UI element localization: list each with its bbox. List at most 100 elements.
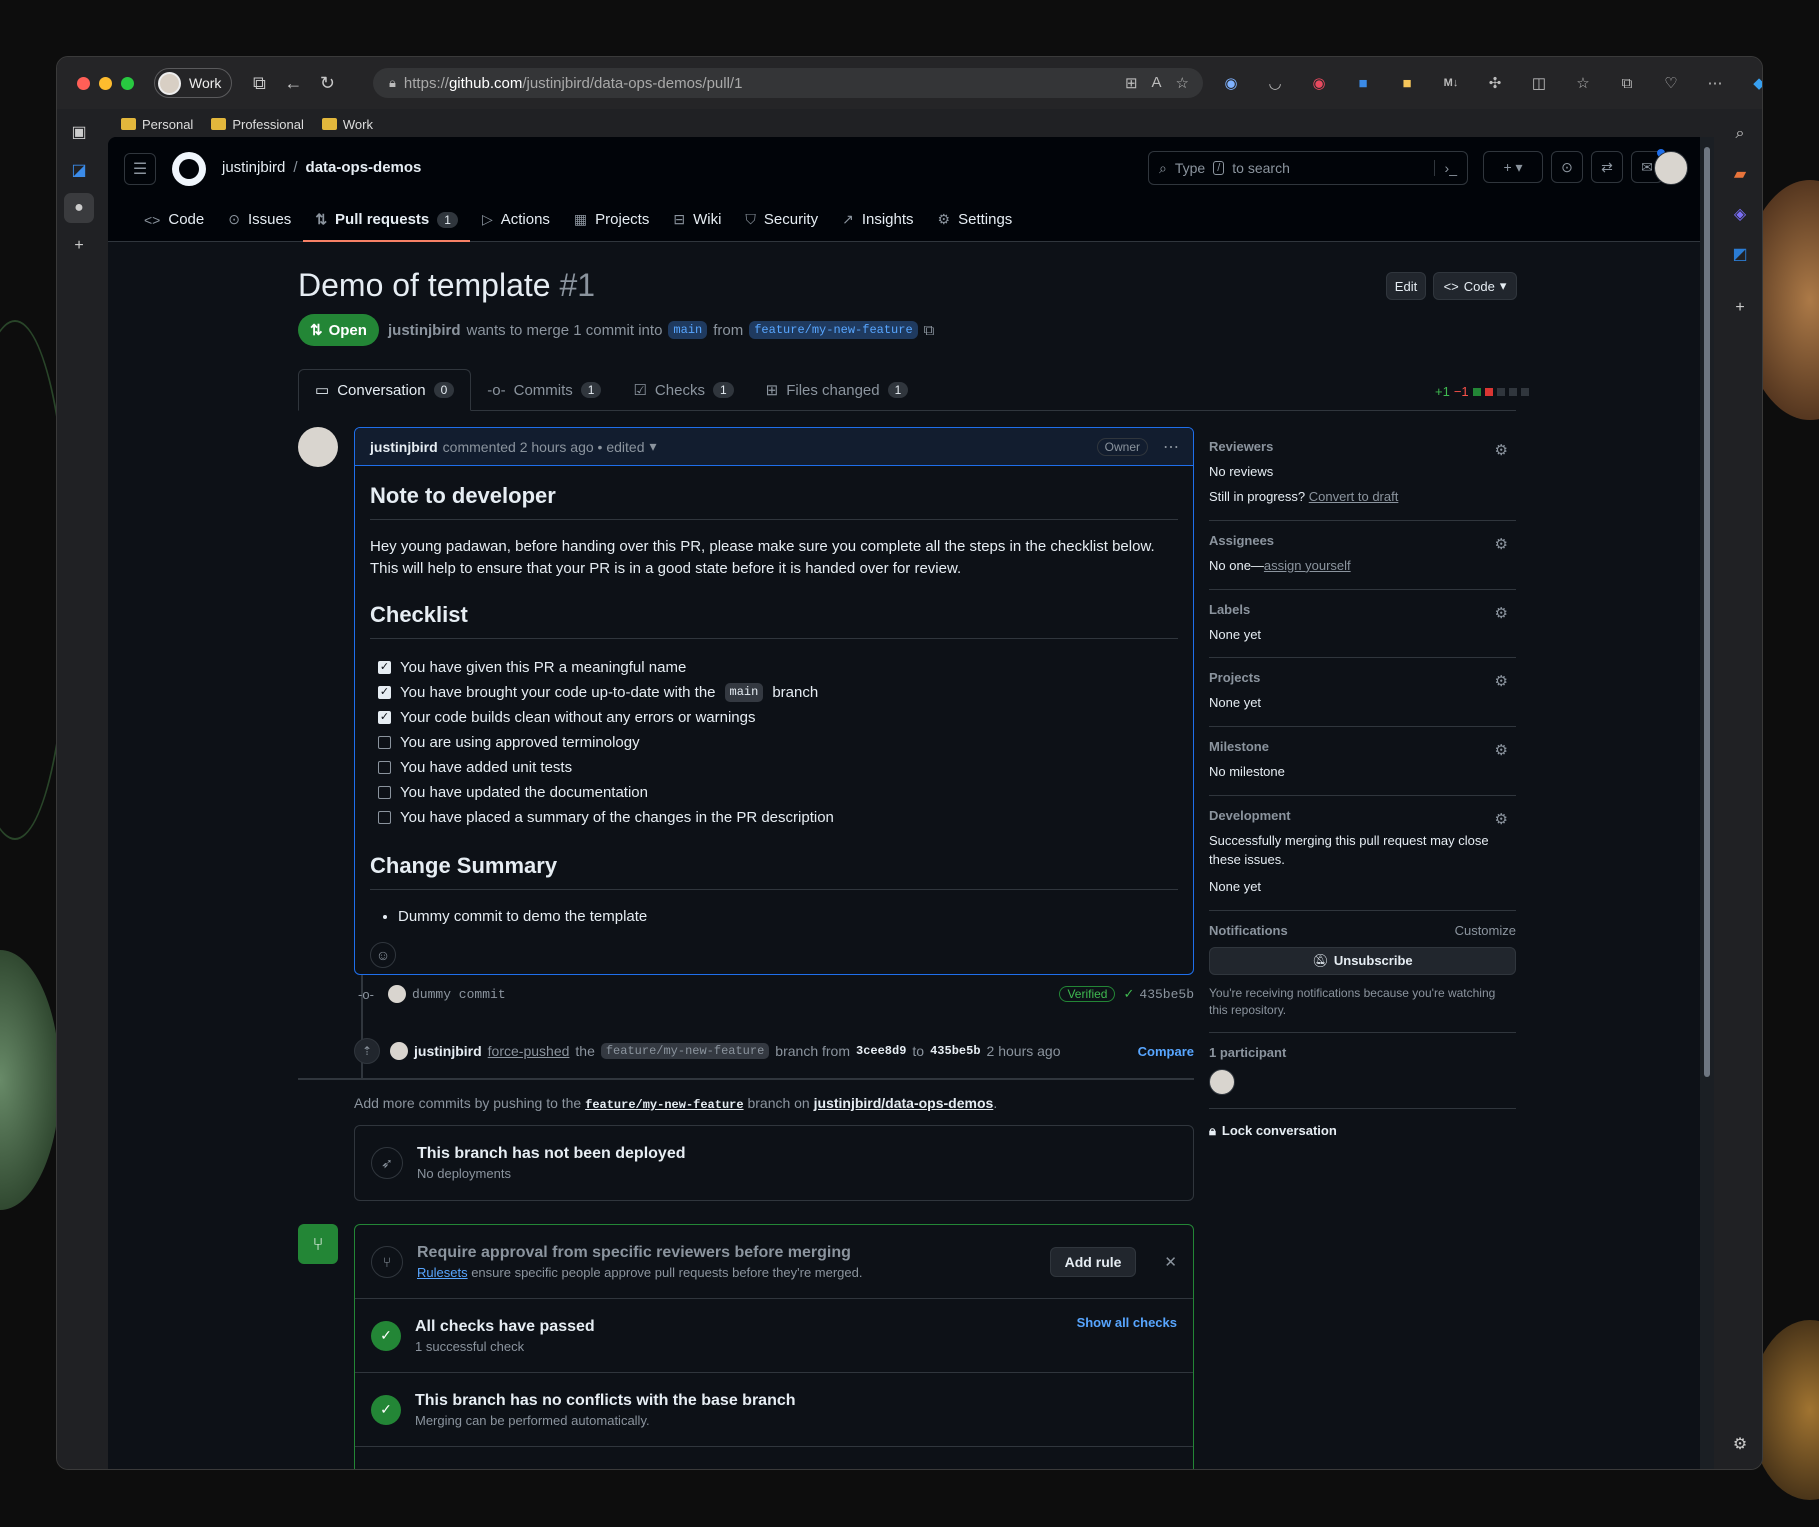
tab-checks[interactable]: ☑ Checks 1 <box>617 369 749 411</box>
extensions-puzzle-icon[interactable]: ✣ <box>1481 69 1509 97</box>
tab-conversation[interactable]: ▭ Conversation 0 <box>298 369 472 411</box>
tab-settings[interactable]: ⚙ Settings <box>926 197 1025 242</box>
checkbox[interactable] <box>378 761 391 775</box>
breadcrumb-repo[interactable]: data-ops-demos <box>306 159 422 176</box>
avatar[interactable] <box>390 1042 408 1060</box>
sidebar-settings-icon[interactable]: ⚙ <box>1725 1429 1755 1459</box>
projects-title[interactable]: Projects <box>1209 670 1516 685</box>
checkbox[interactable] <box>378 736 391 750</box>
bookmark-folder[interactable]: Professional <box>211 117 304 132</box>
code-dropdown-button[interactable]: <> Code ▾ <box>1433 272 1517 300</box>
checkbox[interactable] <box>378 786 391 800</box>
unsubscribe-button[interactable]: 🔕︎ Unsubscribe <box>1209 946 1516 975</box>
assign-yourself-link[interactable]: assign yourself <box>1264 558 1351 573</box>
tab-projects[interactable]: ▦ Projects <box>562 197 661 242</box>
comment-meta[interactable]: commented 2 hours ago • edited <box>443 439 645 455</box>
split-screen-icon[interactable]: ◫ <box>1525 69 1553 97</box>
pull-requests-icon[interactable]: ⇄ <box>1591 151 1623 183</box>
gear-icon[interactable]: ⚙ <box>1495 672 1508 690</box>
issues-icon[interactable]: ⊙ <box>1551 151 1583 183</box>
avatar[interactable] <box>298 427 338 467</box>
add-reaction-icon[interactable]: ☺ <box>370 941 396 968</box>
checkbox[interactable]: ✓ <box>378 661 391 675</box>
tab-github-icon[interactable]: ● <box>64 193 94 223</box>
avatar[interactable] <box>1209 1069 1235 1096</box>
branch-link[interactable]: feature/my-new-feature <box>585 1098 743 1112</box>
chevron-down-icon[interactable]: ▾ <box>649 438 656 455</box>
close-window-button[interactable] <box>77 76 90 90</box>
collections-icon[interactable]: ⧉ <box>1613 69 1641 97</box>
copy-icon[interactable]: ⧉ <box>924 322 935 339</box>
commit-sha[interactable]: 435be5b <box>1139 987 1194 1002</box>
back-icon[interactable]: ← <box>276 66 310 100</box>
show-all-checks-link[interactable]: Show all checks <box>1077 1315 1177 1330</box>
verified-badge[interactable]: Verified <box>1059 986 1116 1002</box>
tab-pull-requests[interactable]: ⇅ Pull requests 1 <box>303 197 470 242</box>
user-avatar[interactable] <box>1654 151 1688 185</box>
create-new-button[interactable]: + ▾ <box>1483 151 1543 183</box>
tab-security[interactable]: ⛉ Security <box>733 197 830 242</box>
favorite-star-icon[interactable]: ☆ <box>1176 74 1189 92</box>
compare-link[interactable]: Compare <box>1138 1044 1194 1059</box>
push-to-sha[interactable]: 435be5b <box>930 1044 980 1058</box>
gear-icon[interactable]: ⚙ <box>1495 441 1508 459</box>
tab-issues[interactable]: ⊙ Issues <box>216 197 303 242</box>
outlook-icon[interactable]: ◩ <box>1725 239 1755 269</box>
extension-icon[interactable]: ◉ <box>1217 69 1245 97</box>
tab-actions[interactable]: ▷ Actions <box>470 197 562 242</box>
checkbox[interactable] <box>378 811 391 825</box>
push-author[interactable]: justinjbird <box>414 1043 482 1059</box>
repo-link[interactable]: justinjbird/data-ops-demos <box>814 1095 994 1111</box>
development-title[interactable]: Development <box>1209 808 1516 823</box>
base-branch[interactable]: main <box>668 321 708 339</box>
extension-icon[interactable]: ■ <box>1349 69 1377 97</box>
favorites-icon[interactable]: ☆ <box>1569 69 1597 97</box>
labels-title[interactable]: Labels <box>1209 602 1516 617</box>
read-aloud-icon[interactable]: A <box>1152 74 1162 92</box>
comment-author[interactable]: justinjbird <box>370 439 438 455</box>
zoom-window-button[interactable] <box>121 76 134 90</box>
commit-message[interactable]: dummy commit <box>412 987 506 1002</box>
performance-icon[interactable]: ♡ <box>1657 69 1685 97</box>
pocket-icon[interactable]: ◡ <box>1261 69 1289 97</box>
tab-code[interactable]: <> Code <box>132 197 216 242</box>
tab-insights[interactable]: ↗ Insights <box>830 197 925 242</box>
customize-link[interactable]: Customize <box>1455 923 1516 938</box>
extension-icon[interactable]: ◉ <box>1305 69 1333 97</box>
add-rule-button[interactable]: Add rule <box>1049 1246 1137 1277</box>
reload-icon[interactable]: ↻ <box>310 66 344 100</box>
copilot-icon[interactable]: ◆ <box>1745 69 1762 97</box>
kebab-menu-icon[interactable]: ⋯ <box>1163 437 1179 457</box>
new-tab-icon[interactable]: + <box>64 231 94 261</box>
profile-button[interactable]: Work <box>154 68 233 98</box>
gear-icon[interactable]: ⚙ <box>1495 741 1508 759</box>
tools-icon[interactable]: ▰ <box>1725 159 1755 189</box>
menu-icon[interactable]: ☰ <box>124 153 156 185</box>
checkbox[interactable]: ✓ <box>378 686 391 700</box>
lock-conversation-button[interactable]: 🔒︎ Lock conversation <box>1209 1109 1516 1153</box>
scrollbar-thumb[interactable] <box>1704 147 1710 1077</box>
tab-wiki[interactable]: ⊟ Wiki <box>661 197 733 242</box>
search-icon[interactable]: ⌕ <box>1725 119 1755 149</box>
gear-icon[interactable]: ⚙ <box>1495 604 1508 622</box>
gear-icon[interactable]: ⚙ <box>1495 535 1508 553</box>
search-input[interactable]: ⌕ Type / to search ›_ <box>1148 151 1468 185</box>
checkbox[interactable]: ✓ <box>378 711 391 725</box>
edit-button[interactable]: Edit <box>1386 272 1426 300</box>
address-bar[interactable]: 🔒︎ https://github.com/justinjbird/data-o… <box>373 68 1203 98</box>
github-logo-icon[interactable] <box>172 152 206 186</box>
breadcrumb-owner[interactable]: justinjbird <box>222 159 285 176</box>
bookmark-folder[interactable]: Work <box>321 117 373 132</box>
bookmark-folder[interactable]: Personal <box>121 117 193 132</box>
assignees-title[interactable]: Assignees <box>1209 533 1516 548</box>
minimize-window-button[interactable] <box>99 76 112 90</box>
add-sidebar-icon[interactable]: + <box>1725 293 1755 323</box>
gear-icon[interactable]: ⚙ <box>1495 810 1508 828</box>
head-branch[interactable]: feature/my-new-feature <box>749 321 918 339</box>
milestone-title[interactable]: Milestone <box>1209 739 1516 754</box>
extension-icon[interactable]: ■ <box>1393 69 1421 97</box>
app-available-icon[interactable]: ⊞ <box>1125 74 1138 92</box>
tab-files-changed[interactable]: ⊞ Files changed 1 <box>750 369 925 411</box>
workspaces-icon[interactable]: ⧉ <box>242 66 276 100</box>
tab-devops-icon[interactable]: ◪ <box>64 155 94 185</box>
